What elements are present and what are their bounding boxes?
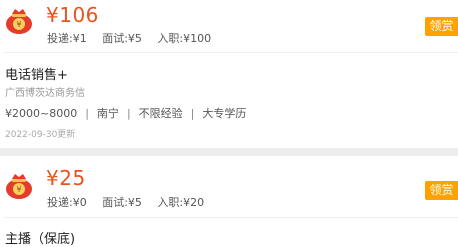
money-bag-icon: ¥ xyxy=(6,9,32,34)
education: 大专学历 xyxy=(202,107,247,120)
tag-separator: | xyxy=(190,107,195,120)
svg-text:¥: ¥ xyxy=(16,20,21,29)
svg-text:¥: ¥ xyxy=(16,185,21,194)
claim-reward-button[interactable]: 领赏 xyxy=(425,17,458,36)
interview-reward: 面试:¥5 xyxy=(102,32,142,45)
divider xyxy=(4,217,458,218)
card-separator xyxy=(0,148,458,156)
deliver-reward: 投递:¥1 xyxy=(47,32,87,45)
reward-price: ¥25 xyxy=(46,166,86,190)
onboard-reward: 入职:¥100 xyxy=(157,32,212,45)
reward-breakdown: 投递:¥1 面试:¥5 入职:¥100 xyxy=(47,30,223,46)
company-name: 广西博茨达商务信 xyxy=(5,88,85,99)
onboard-reward: 入职:¥20 xyxy=(157,196,205,209)
update-date: 2022-09-30更新 xyxy=(5,130,76,140)
money-bag-icon: ¥ xyxy=(6,174,32,199)
job-title[interactable]: 电话销售+ xyxy=(5,64,68,83)
job-title[interactable]: 主播（保底) xyxy=(5,228,75,247)
experience: 不限经验 xyxy=(138,107,183,120)
tag-separator: | xyxy=(85,107,89,120)
job-card[interactable]: ¥ ¥106 投递:¥1 面试:¥5 入职:¥100 领赏 电话销售+ 广西博茨… xyxy=(0,0,458,148)
interview-reward: 面试:¥5 xyxy=(102,196,142,209)
claim-reward-button[interactable]: 领赏 xyxy=(425,181,458,200)
reward-price: ¥106 xyxy=(46,3,99,27)
divider xyxy=(4,52,458,53)
salary-range: ¥2000~8000 xyxy=(5,107,78,120)
job-card[interactable]: ¥ ¥25 投递:¥0 面试:¥5 入职:¥20 领赏 主播（保底) xyxy=(0,156,458,247)
location: 南宁 xyxy=(96,107,119,120)
reward-breakdown: 投递:¥0 面试:¥5 入职:¥20 xyxy=(47,194,216,210)
job-tags: ¥2000~8000 | 南宁 | 不限经验 | 大专学历 xyxy=(5,105,246,121)
tag-separator: | xyxy=(126,107,131,120)
deliver-reward: 投递:¥0 xyxy=(47,196,87,209)
